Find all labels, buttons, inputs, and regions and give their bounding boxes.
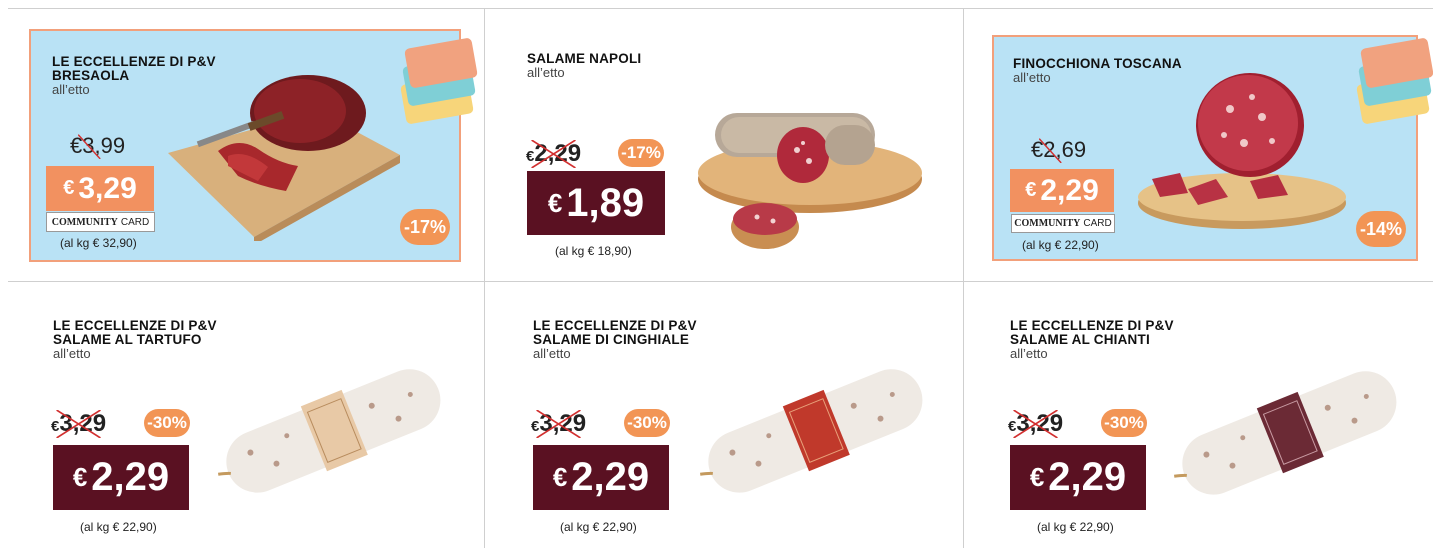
price-box: €2,29 [1010,445,1146,510]
price-box: €2,29 [53,445,189,510]
product-card-salame-tartufo[interactable]: LE ECCELLENZE DI P&V SALAME AL TARTUFO a… [8,282,484,548]
price-box: €1,89 [527,171,665,235]
community-price: €2,29 [1010,169,1114,212]
product-title: LE ECCELLENZE DI P&V SALAME DI CINGHIALE… [533,319,697,361]
price-per-kg: (al kg € 22,90) [1022,238,1099,252]
community-card-icon [1356,37,1433,133]
old-price: €3,29 [51,410,107,438]
salame-cinghiale-image [699,369,923,493]
product-unit: all’etto [1010,346,1048,361]
salame-napoli-image [698,113,922,249]
community-price: €3,29 [46,166,154,211]
old-price: €3,29 [531,410,587,438]
product-unit: all’etto [527,65,565,80]
product-card-finocchiona[interactable]: FINOCCHIONA TOSCANA all’etto €2,69 €2,29… [964,9,1433,281]
product-name: SALAME NAPOLI [527,51,642,66]
product-name: SALAME AL CHIANTI [1010,332,1150,347]
community-card-label: COMMUNITY CARD [1011,214,1115,233]
product-title: LE ECCELLENZE DI P&V SALAME AL TARTUFO a… [53,319,217,361]
product-card-salame-cinghiale[interactable]: LE ECCELLENZE DI P&V SALAME DI CINGHIALE… [485,282,963,548]
old-price: €3,99 [70,133,126,159]
price-per-kg: (al kg € 18,90) [555,244,632,258]
product-title: LE ECCELLENZE DI P&V SALAME AL CHIANTI a… [1010,319,1174,361]
product-grid: LE ECCELLENZE DI P&V BRESAOLA all’etto €… [8,8,1433,548]
discount-badge: -30% [1101,409,1147,437]
bresaola-image [168,75,400,241]
price-per-kg: (al kg € 32,90) [60,236,137,250]
product-name: SALAME DI CINGHIALE [533,332,690,347]
product-card-bresaola[interactable]: LE ECCELLENZE DI P&V BRESAOLA all’etto €… [8,9,484,281]
price-per-kg: (al kg € 22,90) [1037,520,1114,534]
product-name: SALAME AL TARTUFO [53,332,202,347]
old-price: €2,29 [526,140,582,168]
discount-badge: -30% [624,409,670,437]
product-brand: LE ECCELLENZE DI P&V [533,318,697,333]
salame-tartufo-image [217,369,441,493]
discount-badge: -30% [144,409,190,437]
old-price: €2,69 [1031,137,1087,163]
price-per-kg: (al kg € 22,90) [560,520,637,534]
product-card-salame-chianti[interactable]: LE ECCELLENZE DI P&V SALAME AL CHIANTI a… [964,282,1433,548]
price-box: €2,29 [533,445,669,510]
community-card-icon [400,37,478,133]
product-brand: LE ECCELLENZE DI P&V [1010,318,1174,333]
community-card-label: COMMUNITY CARD [46,212,155,232]
price-per-kg: (al kg € 22,90) [80,520,157,534]
product-card-salame-napoli[interactable]: SALAME NAPOLI all’etto €2,29 -17% €1,89 … [485,9,963,281]
product-name: FINOCCHIONA TOSCANA [1013,56,1182,71]
discount-badge: -14% [1356,211,1406,247]
product-unit: all’etto [53,346,91,361]
salame-chianti-image [1173,371,1397,495]
product-brand: LE ECCELLENZE DI P&V [53,318,217,333]
product-title: SALAME NAPOLI all’etto [527,52,641,80]
old-price: €3,29 [1008,410,1064,438]
product-brand: LE ECCELLENZE DI P&V [52,54,216,69]
finocchiona-image [1138,73,1346,229]
discount-badge: -17% [618,139,664,167]
product-unit: all’etto [533,346,571,361]
